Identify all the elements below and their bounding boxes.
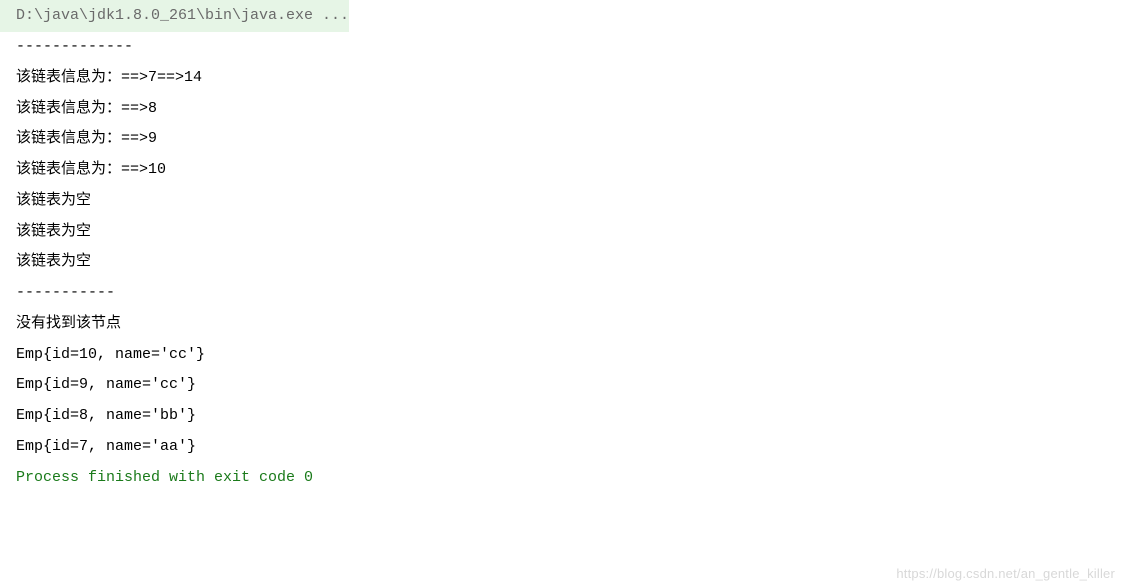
output-line: 没有找到该节点: [0, 309, 1125, 340]
watermark: https://blog.csdn.net/an_gentle_killer: [896, 566, 1115, 581]
output-line: -------------: [0, 32, 1125, 63]
console-output: D:\java\jdk1.8.0_261\bin\java.exe ... --…: [0, 0, 1125, 493]
output-line: Emp{id=8, name='bb'}: [0, 401, 1125, 432]
command-line: D:\java\jdk1.8.0_261\bin\java.exe ...: [0, 0, 349, 32]
output-line: 该链表信息为：==>8: [0, 94, 1125, 125]
output-line: -----------: [0, 278, 1125, 309]
output-line: 该链表信息为：==>9: [0, 124, 1125, 155]
output-line: 该链表为空: [0, 247, 1125, 278]
exit-message: Process finished with exit code 0: [0, 463, 1125, 494]
output-line: 该链表为空: [0, 186, 1125, 217]
output-line: 该链表信息为：==>10: [0, 155, 1125, 186]
output-line: 该链表为空: [0, 217, 1125, 248]
output-line: Emp{id=9, name='cc'}: [0, 370, 1125, 401]
output-line: Emp{id=10, name='cc'}: [0, 340, 1125, 371]
output-line: Emp{id=7, name='aa'}: [0, 432, 1125, 463]
output-line: 该链表信息为：==>7==>14: [0, 63, 1125, 94]
